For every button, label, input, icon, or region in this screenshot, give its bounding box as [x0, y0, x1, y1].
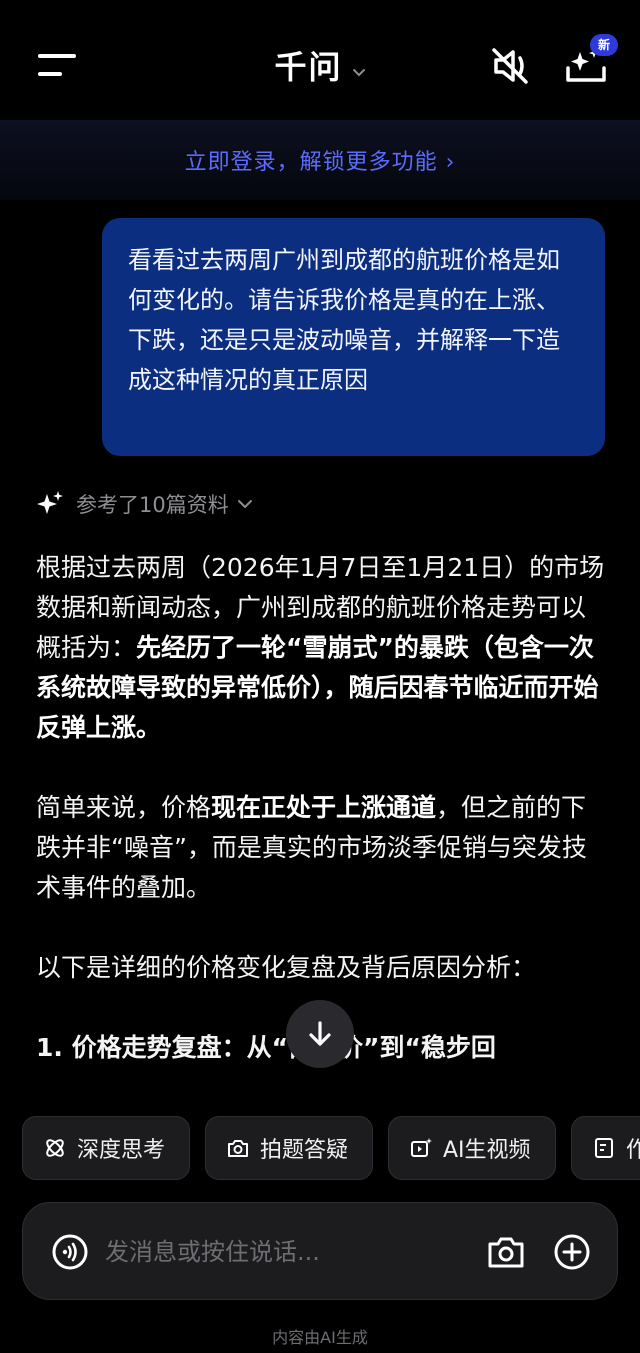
user-message-bubble: 看看过去两周广州到成都的航班价格是如何变化的。请告诉我价格是真的在上涨、下跌，还…	[102, 218, 605, 456]
scroll-down-button[interactable]	[286, 1000, 354, 1068]
message-composer	[22, 1202, 618, 1300]
login-link-text: 立即登录，解锁更多功能	[184, 150, 438, 175]
feature-chips: 深度思考 拍题答疑 AI生视频 作	[0, 1110, 640, 1190]
login-banner: 立即登录，解锁更多功能 ›	[0, 120, 640, 200]
chevron-right-icon: ›	[445, 150, 456, 175]
chip-label: 拍题答疑	[260, 1138, 349, 1163]
new-badge: 新	[590, 34, 618, 56]
message-input[interactable]	[105, 1231, 475, 1273]
login-link[interactable]: 立即登录，解锁更多功能 ›	[185, 144, 456, 176]
speaker-mute-icon[interactable]	[488, 46, 532, 86]
answer-paragraph: 简单来说，价格现在正处于上涨通道，但之前的下跌并非“噪音”，而是真实的市场淡季促…	[36, 788, 610, 908]
chip-label: 深度思考	[77, 1138, 166, 1163]
chevron-down-icon[interactable]	[352, 67, 366, 77]
answer-text: 以下是详细的价格变化复盘及背后原因分析：	[36, 953, 537, 982]
user-message-text: 看看过去两周广州到成都的航班价格是如何变化的。请告诉我价格是真的在上涨、下跌，还…	[128, 246, 560, 394]
answer-paragraph: 根据过去两周（2026年1月7日至1月21日）的市场数据和新闻动态，广州到成都的…	[36, 548, 610, 748]
answer-heading-text: 1. 价格走势复盘：从“白菜价”到“稳步回	[36, 1033, 496, 1062]
camera-icon	[228, 1140, 248, 1157]
video-sparkle-icon	[411, 1138, 432, 1157]
atom-icon	[46, 1139, 64, 1157]
app-title[interactable]: 千问	[274, 42, 342, 88]
answer-paragraph: 以下是详细的价格变化复盘及背后原因分析：	[36, 948, 610, 988]
top-bar: 千问 新	[0, 0, 640, 120]
plus-circle-icon[interactable]	[553, 1233, 591, 1271]
answer-text: 简单来说，价格	[36, 793, 212, 822]
chip-deep-thinking[interactable]: 深度思考	[22, 1116, 190, 1180]
answer-bold-text: 现在正处于上涨通道	[211, 793, 437, 822]
chip-label: 作	[626, 1138, 640, 1163]
arrow-down-icon	[309, 1021, 331, 1046]
chip-ai-video[interactable]: AI生视频	[388, 1116, 556, 1180]
chip-photo-question[interactable]: 拍题答疑	[205, 1116, 373, 1180]
document-icon	[595, 1138, 613, 1158]
ai-disclaimer: 内容由AI生成	[272, 1328, 368, 1347]
references-toggle[interactable]: 参考了10篇资料	[36, 486, 253, 522]
sparkle-icon	[37, 491, 63, 514]
chevron-down-icon	[237, 500, 252, 509]
chip-writing[interactable]: 作	[571, 1116, 640, 1180]
title-area: 千问	[0, 42, 640, 88]
voice-input-icon[interactable]	[51, 1233, 89, 1271]
chip-label: AI生视频	[443, 1138, 531, 1163]
camera-icon[interactable]	[487, 1234, 525, 1270]
references-label: 参考了10篇资料	[76, 493, 229, 517]
